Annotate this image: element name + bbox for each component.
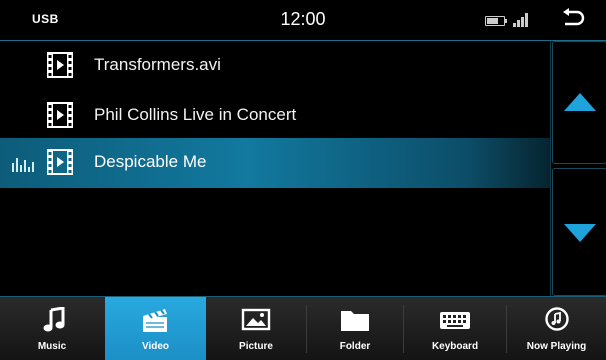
scroll-up-button[interactable]	[552, 41, 606, 164]
list-item-title: Despicable Me	[94, 152, 207, 171]
list-item[interactable]: Transformers.avi	[0, 41, 550, 91]
list-item-title: Transformers.avi	[94, 55, 221, 74]
folder-icon	[341, 311, 369, 331]
tab-folder[interactable]: Folder	[307, 297, 403, 360]
film-icon	[47, 149, 73, 175]
battery-icon	[485, 16, 507, 26]
back-arrow-icon	[563, 8, 585, 26]
scroll-down-button[interactable]	[552, 168, 606, 296]
tab-label: Folder	[339, 341, 371, 352]
tab-label: Now Playing	[526, 341, 587, 352]
tab-video[interactable]: Video	[105, 297, 206, 360]
scroll-panel	[552, 41, 606, 296]
signal-icon	[513, 13, 529, 27]
picture-icon	[241, 308, 271, 331]
list-item-selected[interactable]: Despicable Me	[0, 138, 550, 188]
tab-picture[interactable]: Picture	[206, 297, 306, 360]
arrow-up-icon	[564, 93, 596, 111]
tab-music[interactable]: Music	[0, 297, 104, 360]
bottom-tab-bar: Music Video Picture Folder Keyboard Now …	[0, 296, 606, 360]
back-button[interactable]	[560, 8, 586, 30]
list-item[interactable]: Phil Collins Live in Concert	[0, 91, 550, 141]
equalizer-icon	[12, 156, 36, 172]
tab-now-playing[interactable]: Now Playing	[507, 297, 606, 360]
clapperboard-icon	[143, 309, 167, 332]
tab-label: Music	[37, 341, 67, 352]
music-note-icon	[43, 307, 65, 332]
list-item-title: Phil Collins Live in Concert	[94, 105, 297, 124]
now-playing-icon	[545, 307, 569, 331]
tab-keyboard[interactable]: Keyboard	[404, 297, 506, 360]
arrow-down-icon	[564, 224, 596, 242]
tab-label: Picture	[239, 341, 273, 352]
status-bar: USB 12:00	[0, 0, 606, 40]
film-icon	[47, 102, 73, 128]
tab-label: Video	[141, 341, 170, 352]
divider	[550, 41, 551, 296]
film-icon	[47, 52, 73, 78]
video-list: Transformers.avi Phil Collins Live in Co…	[0, 41, 550, 296]
tab-label: Keyboard	[431, 341, 479, 352]
keyboard-icon	[440, 312, 470, 329]
